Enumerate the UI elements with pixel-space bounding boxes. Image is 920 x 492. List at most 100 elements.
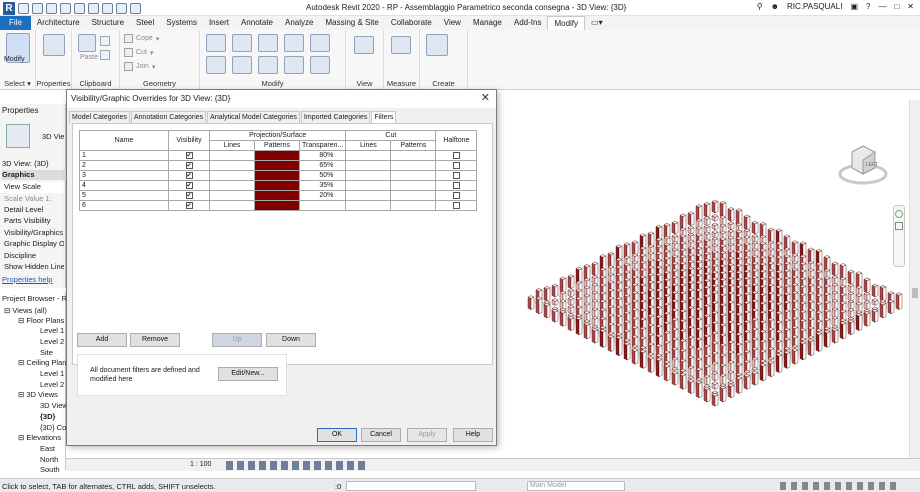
apply-button[interactable]: Apply: [407, 428, 447, 442]
array-icon[interactable]: [310, 34, 330, 52]
projection-transparency-cell[interactable]: 20%: [298, 190, 347, 201]
prop-discipline[interactable]: Discipline: [0, 251, 64, 260]
unchecked-checkbox[interactable]: [452, 191, 460, 199]
edit-new-filter-button[interactable]: Edit/New...: [218, 367, 278, 381]
tree-ceiling-plans[interactable]: ⊟ Ceiling Plans: [18, 358, 70, 367]
halftone-checkbox[interactable]: [435, 200, 478, 211]
design-option-dropdown[interactable]: Main Model: [527, 481, 625, 491]
undo-icon[interactable]: [60, 2, 71, 14]
redo-icon[interactable]: [74, 2, 85, 14]
visibility-checkbox[interactable]: ✔: [168, 200, 210, 211]
col-name[interactable]: Name: [79, 130, 169, 151]
tab-model-categories[interactable]: Model Categories: [69, 111, 130, 123]
offset-icon[interactable]: [232, 34, 252, 52]
col-cut[interactable]: Cut: [345, 130, 437, 141]
tab-manage[interactable]: Manage: [467, 16, 508, 30]
tab-steel[interactable]: Steel: [130, 16, 160, 30]
cut-patterns-cell[interactable]: [390, 160, 437, 171]
projection-lines-cell[interactable]: [209, 200, 255, 211]
tab-analyze[interactable]: Analyze: [279, 16, 319, 30]
projection-transparency-cell[interactable]: 65%: [298, 160, 347, 171]
projection-transparency-cell[interactable]: 50%: [298, 170, 347, 181]
cut-lines-cell[interactable]: [345, 200, 392, 211]
col-proj-transparency[interactable]: Transparen...: [298, 140, 347, 151]
filter-row[interactable]: 5 ✔ 20%: [79, 190, 478, 201]
projection-transparency-cell[interactable]: [298, 200, 347, 211]
filter-name-cell[interactable]: 6: [79, 200, 169, 211]
cut-geometry-button[interactable]: Cut ▾: [124, 48, 153, 57]
tab-file[interactable]: File: [0, 16, 31, 30]
projection-patterns-cell[interactable]: [254, 150, 300, 161]
filter-row[interactable]: 2 ✔ 65%: [79, 160, 478, 171]
split-icon[interactable]: [284, 34, 304, 52]
filter-row[interactable]: 4 ✔ 35%: [79, 180, 478, 191]
filter-name-cell[interactable]: 3: [79, 170, 169, 181]
dialog-close-button[interactable]: ✕: [481, 92, 490, 105]
tab-systems[interactable]: Systems: [160, 16, 203, 30]
tab-add-ins[interactable]: Add-Ins: [508, 16, 548, 30]
halftone-checkbox[interactable]: [435, 180, 478, 191]
col-proj-lines[interactable]: Lines: [209, 140, 255, 151]
tree-floor-level-2[interactable]: Level 2: [40, 337, 64, 346]
filter-name-cell[interactable]: 5: [79, 190, 169, 201]
prop-show-hidden-lines[interactable]: Show Hidden Lines: [0, 262, 64, 271]
filter-row[interactable]: 6 ✔: [79, 200, 478, 211]
move-icon[interactable]: [206, 56, 226, 74]
tree-elevations[interactable]: ⊟ Elevations: [18, 433, 61, 442]
user-name[interactable]: RIC.PASQUALI: [787, 2, 842, 11]
tree-ceiling-level-2[interactable]: Level 2: [40, 380, 64, 389]
minimize-button[interactable]: —: [878, 2, 886, 11]
tree-north[interactable]: North: [40, 455, 58, 464]
checked-checkbox[interactable]: ✔: [185, 181, 193, 189]
cut-lines-cell[interactable]: [345, 160, 392, 171]
zoom-icon[interactable]: [895, 222, 903, 230]
selection-filter-icons[interactable]: [780, 482, 900, 490]
projection-patterns-cell[interactable]: [254, 190, 300, 201]
col-cut-lines[interactable]: Lines: [345, 140, 392, 151]
unchecked-checkbox[interactable]: [452, 151, 460, 159]
ribbon-options-icon[interactable]: ▭▾: [585, 16, 609, 30]
delete-icon[interactable]: [310, 56, 330, 74]
user-icon[interactable]: ☻: [771, 2, 779, 11]
halftone-checkbox[interactable]: [435, 190, 478, 201]
paste-icon[interactable]: [78, 34, 96, 52]
measure-icon[interactable]: [102, 2, 113, 14]
prop-view-scale[interactable]: View Scale: [0, 182, 64, 193]
col-proj-patterns[interactable]: Patterns: [254, 140, 300, 151]
ok-button[interactable]: OK: [317, 428, 357, 442]
tab-massing-site[interactable]: Massing & Site: [319, 16, 384, 30]
mirror-icon[interactable]: [258, 34, 278, 52]
halftone-checkbox[interactable]: [435, 160, 478, 171]
col-halftone[interactable]: Halftone: [435, 130, 478, 151]
col-projection-surface[interactable]: Projection/Surface: [208, 130, 347, 141]
halftone-checkbox[interactable]: [435, 170, 478, 181]
measure-tool-icon[interactable]: [391, 36, 411, 54]
cut-patterns-cell[interactable]: [390, 170, 437, 181]
tree-3d-view[interactable]: 3D View: [40, 401, 68, 410]
cut-patterns-cell[interactable]: [390, 150, 437, 161]
visibility-checkbox[interactable]: ✔: [168, 150, 210, 161]
revit-logo-icon[interactable]: R: [3, 1, 15, 15]
filter-name-cell[interactable]: 1: [79, 150, 169, 161]
cut-icon[interactable]: [100, 50, 110, 60]
prop-parts-visibility[interactable]: Parts Visibility: [0, 216, 64, 225]
tab-view[interactable]: View: [438, 16, 467, 30]
tab-architecture[interactable]: Architecture: [31, 16, 86, 30]
move-down-button[interactable]: Down: [266, 333, 316, 347]
visibility-checkbox[interactable]: ✔: [168, 170, 210, 181]
cut-lines-cell[interactable]: [345, 180, 392, 191]
select-group-label[interactable]: Select ▾: [0, 79, 35, 88]
tree-ceiling-level-1[interactable]: Level 1: [40, 369, 64, 378]
projection-patterns-cell[interactable]: [254, 160, 300, 171]
create-assembly-icon[interactable]: [426, 34, 448, 56]
prop-visibility-graphics[interactable]: Visibility/Graphics: [0, 228, 64, 237]
checked-checkbox[interactable]: ✔: [185, 201, 193, 209]
unchecked-checkbox[interactable]: [452, 181, 460, 189]
tab-analytical-model-categories[interactable]: Analytical Model Categories: [207, 111, 300, 123]
text-icon[interactable]: [116, 2, 127, 14]
filter-row[interactable]: 1 ✔ 80%: [79, 150, 478, 161]
unchecked-checkbox[interactable]: [452, 171, 460, 179]
workset-dropdown[interactable]: [346, 481, 476, 491]
checked-checkbox[interactable]: ✔: [185, 151, 193, 159]
unchecked-checkbox[interactable]: [452, 161, 460, 169]
